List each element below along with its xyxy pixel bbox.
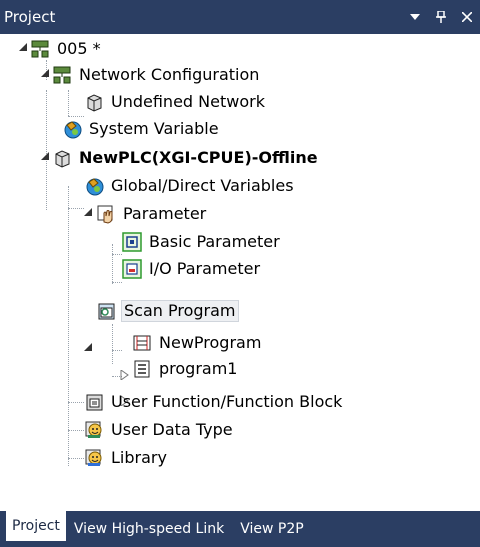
tree-node-network-configuration[interactable]: Network Configuration [52, 62, 261, 88]
tree-node-parameter[interactable]: Parameter [96, 201, 208, 227]
dropdown-arrow-icon[interactable] [402, 0, 428, 34]
tree-guide [68, 186, 69, 466]
pin-icon[interactable] [428, 0, 454, 34]
tab-view-high-speed-link[interactable]: View High-speed Link [66, 515, 232, 543]
tree-node-label: program1 [159, 359, 238, 378]
tree-node-system-variable[interactable]: System Variable [62, 116, 221, 142]
module-icon [87, 94, 102, 112]
ladder-program-icon [133, 335, 151, 351]
close-icon[interactable] [454, 0, 480, 34]
tree-node-label: Undefined Network [111, 92, 265, 111]
global-variables-icon [86, 178, 104, 196]
collapse-arrow-icon[interactable] [41, 152, 51, 162]
tree-node-label: Network Configuration [79, 65, 260, 84]
tree-node-program1[interactable]: program1 [132, 356, 239, 382]
tree-node-label: Parameter [123, 204, 207, 223]
tree-guide [112, 282, 122, 283]
tree-guide [68, 430, 84, 431]
tree-node-scan-program[interactable]: Scan Program [96, 298, 239, 324]
basic-parameter-icon [122, 232, 142, 252]
panel-title: Project [4, 8, 56, 26]
scan-program-icon [98, 303, 115, 320]
tree-node-label: NewPLC(XGI-CPUE)-Offline [79, 148, 318, 167]
user-data-type-icon [85, 421, 102, 438]
tree-guide [112, 324, 113, 364]
tree-node-user-function-block[interactable]: User Function/Function Block [84, 389, 344, 415]
tree-node-label: Library [111, 448, 167, 467]
tree-node-label: Scan Program [121, 300, 239, 322]
expand-arrow-icon[interactable] [120, 370, 130, 380]
tree-node-io-parameter[interactable]: I/O Parameter [122, 256, 262, 282]
panel-title-bar: Project [0, 0, 480, 34]
tree-node-label: User Function/Function Block [111, 392, 343, 411]
tree-guide [68, 458, 84, 459]
tree-guide [112, 244, 113, 284]
tree-node-label: I/O Parameter [149, 259, 261, 278]
project-tree: 005 * Network Configuration Undefined Ne… [0, 34, 480, 504]
tree-node-global-direct-variables[interactable]: Global/Direct Variables [84, 173, 296, 199]
system-variable-icon [64, 121, 82, 139]
tree-guide [112, 254, 122, 255]
tree-node-label: User Data Type [111, 420, 233, 439]
function-block-icon [86, 394, 103, 411]
tree-node-label: 005 * [57, 39, 101, 58]
project-network-icon [31, 40, 49, 58]
tree-guide [68, 90, 69, 116]
tree-node-basic-parameter[interactable]: Basic Parameter [122, 229, 282, 255]
parameter-hand-icon [97, 205, 113, 224]
tree-node-plc[interactable]: NewPLC(XGI-CPUE)-Offline [52, 145, 320, 171]
tree-node-library[interactable]: Library [84, 445, 169, 471]
tree-node-label: NewProgram [159, 333, 262, 352]
tree-node-newprogram[interactable]: NewProgram [132, 330, 263, 356]
tree-node-user-data-type[interactable]: User Data Type [84, 417, 235, 443]
collapse-arrow-icon[interactable] [84, 343, 94, 353]
tree-guide [68, 208, 84, 209]
plc-icon [55, 150, 70, 168]
tree-guide [68, 402, 84, 403]
tab-view-p2p[interactable]: View P2P [232, 515, 311, 543]
io-parameter-icon [122, 259, 142, 279]
tree-node-project-root[interactable]: 005 * [30, 36, 103, 62]
tree-guide [112, 350, 122, 351]
bottom-tab-bar: Project View High-speed Link View P2P [0, 511, 480, 547]
collapse-arrow-icon[interactable] [84, 208, 94, 218]
collapse-arrow-icon[interactable] [19, 43, 29, 53]
library-icon [85, 449, 102, 466]
tree-guide [46, 90, 47, 210]
tree-node-label: Basic Parameter [149, 232, 280, 251]
tree-node-undefined-network[interactable]: Undefined Network [84, 89, 267, 115]
tab-project[interactable]: Project [6, 511, 66, 541]
tree-node-label: System Variable [89, 119, 219, 138]
network-configuration-icon [53, 66, 71, 84]
text-program-icon [134, 360, 150, 378]
tree-node-label: Global/Direct Variables [111, 176, 294, 195]
collapse-arrow-icon[interactable] [41, 69, 51, 79]
